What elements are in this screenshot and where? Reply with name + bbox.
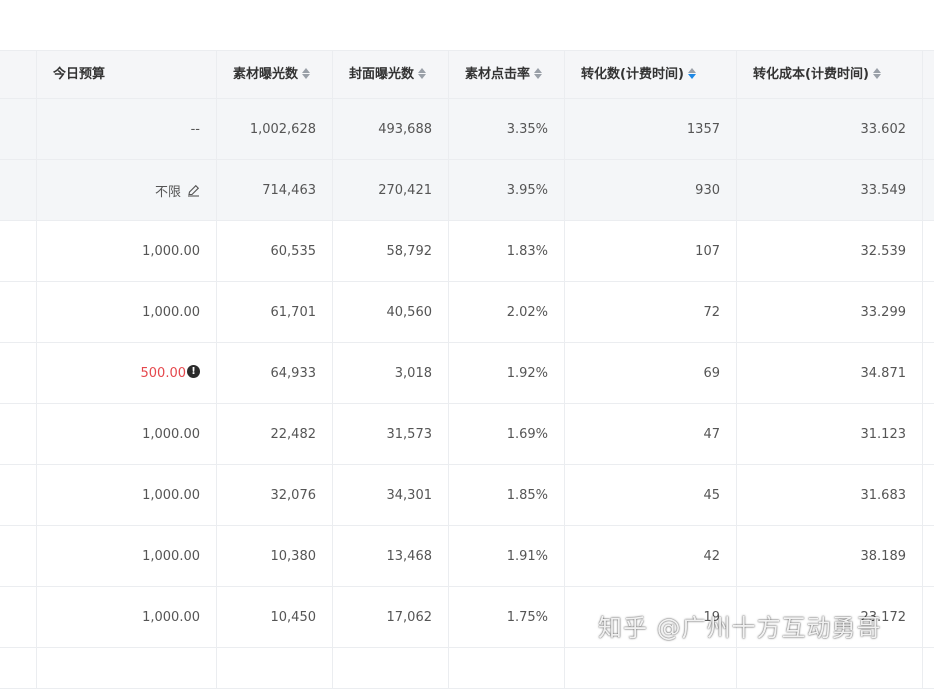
cell-material-impressions: 32,076 — [217, 465, 333, 525]
cell-ctr: 1.75% — [449, 587, 565, 647]
row-select-cell — [0, 221, 37, 281]
cell-conversions: 72 — [565, 282, 737, 342]
column-header-cover-impressions[interactable]: 封面曝光数 — [333, 51, 449, 98]
cell-conversions: 69 — [565, 343, 737, 403]
column-header-cost-per-conversion[interactable]: 转化成本(计费时间) — [737, 51, 923, 98]
table-row: 500.00 ! 64,933 3,018 1.92% 69 34.871 — [0, 343, 934, 404]
sort-both-icon[interactable] — [418, 67, 427, 79]
cell-cover-impressions: 13,468 — [333, 526, 449, 586]
cell-cost-per-conversion: 34.871 — [737, 343, 923, 403]
cell-conversions: 42 — [565, 526, 737, 586]
cell-material-impressions: 61,701 — [217, 282, 333, 342]
budget-warning-value: 500.00 — [140, 365, 187, 381]
sort-both-icon[interactable] — [534, 67, 543, 79]
table-row-partial — [0, 648, 934, 689]
cell-budget[interactable]: 1,000.00 — [37, 404, 217, 464]
cell-cover-impressions: 31,573 — [333, 404, 449, 464]
cell-cover-impressions: 3,018 — [333, 343, 449, 403]
exclamation-circle-icon[interactable]: ! — [187, 364, 200, 378]
row-select-cell — [0, 404, 37, 464]
ad-data-table: 今日预算 素材曝光数 封面曝光数 素材点击率 转化数(计费时间) 转化成本(计费… — [0, 50, 934, 689]
cell-ctr: 3.95% — [449, 160, 565, 220]
cell-ctr: 1.85% — [449, 465, 565, 525]
cell-conversions: 930 — [565, 160, 737, 220]
zhihu-watermark: 知乎 @广州十方互动勇哥 — [598, 614, 882, 642]
column-header-ctr[interactable]: 素材点击率 — [449, 51, 565, 98]
table-row: 1,000.00 32,076 34,301 1.85% 45 31.683 — [0, 465, 934, 526]
cell-conversions: 1357 — [565, 99, 737, 159]
table-row-summary: -- 1,002,628 493,688 3.35% 1357 33.602 — [0, 99, 934, 160]
sort-both-icon[interactable] — [302, 67, 311, 79]
cell-cover-impressions: 17,062 — [333, 587, 449, 647]
cell-ctr: 3.35% — [449, 99, 565, 159]
column-header-material-impressions[interactable]: 素材曝光数 — [217, 51, 333, 98]
extra-column-header — [923, 51, 934, 98]
row-select-cell — [0, 526, 37, 586]
cell-ctr: 1.92% — [449, 343, 565, 403]
table-row: 1,000.00 10,380 13,468 1.91% 42 38.189 — [0, 526, 934, 587]
cell-conversions: 45 — [565, 465, 737, 525]
cell-material-impressions: 1,002,628 — [217, 99, 333, 159]
cell-cover-impressions: 34,301 — [333, 465, 449, 525]
row-select-cell — [0, 465, 37, 525]
row-select-cell — [0, 99, 37, 159]
row-select-cell — [0, 160, 37, 220]
cell-budget[interactable]: 1,000.00 — [37, 465, 217, 525]
cell-material-impressions: 10,450 — [217, 587, 333, 647]
cell-budget[interactable]: 500.00 ! — [37, 343, 217, 403]
cell-conversions: 107 — [565, 221, 737, 281]
cell-cover-impressions: 40,560 — [333, 282, 449, 342]
cell-cover-impressions: 493,688 — [333, 99, 449, 159]
row-select-cell — [0, 587, 37, 647]
table-header: 今日预算 素材曝光数 封面曝光数 素材点击率 转化数(计费时间) 转化成本(计费… — [0, 50, 934, 99]
top-toolbar-area — [0, 0, 934, 50]
column-header-budget: 今日预算 — [37, 51, 217, 98]
cell-budget[interactable]: 1,000.00 — [37, 282, 217, 342]
cell-material-impressions: 714,463 — [217, 160, 333, 220]
cell-cost-per-conversion: 38.189 — [737, 526, 923, 586]
cell-cost-per-conversion: 31.123 — [737, 404, 923, 464]
table-row: 1,000.00 61,701 40,560 2.02% 72 33.299 — [0, 282, 934, 343]
table-row-summary: 不限 714,463 270,421 3.95% 930 33.549 — [0, 160, 934, 221]
row-select-cell — [0, 282, 37, 342]
cell-cost-per-conversion: 31.683 — [737, 465, 923, 525]
table-row: 1,000.00 22,482 31,573 1.69% 47 31.123 — [0, 404, 934, 465]
cell-budget[interactable]: 1,000.00 — [37, 587, 217, 647]
cell-budget[interactable]: 1,000.00 — [37, 526, 217, 586]
cell-budget: -- — [37, 99, 217, 159]
cell-cost-per-conversion: 33.549 — [737, 160, 923, 220]
cell-material-impressions: 60,535 — [217, 221, 333, 281]
cell-ctr: 1.83% — [449, 221, 565, 281]
cell-ctr: 1.91% — [449, 526, 565, 586]
cell-ctr: 2.02% — [449, 282, 565, 342]
cell-cost-per-conversion: 33.602 — [737, 99, 923, 159]
cell-budget[interactable]: 1,000.00 — [37, 221, 217, 281]
cell-budget: 不限 — [37, 160, 217, 220]
cell-cover-impressions: 58,792 — [333, 221, 449, 281]
cell-material-impressions: 64,933 — [217, 343, 333, 403]
sort-descending-active-icon[interactable] — [687, 67, 696, 79]
cell-cost-per-conversion: 32.539 — [737, 221, 923, 281]
edit-pencil-icon[interactable] — [187, 184, 200, 197]
column-header-conversions[interactable]: 转化数(计费时间) — [565, 51, 737, 98]
row-select-cell — [0, 343, 37, 403]
table-row: 1,000.00 60,535 58,792 1.83% 107 32.539 — [0, 221, 934, 282]
cell-material-impressions: 22,482 — [217, 404, 333, 464]
selection-column-header — [0, 51, 37, 98]
cell-material-impressions: 10,380 — [217, 526, 333, 586]
cell-conversions: 47 — [565, 404, 737, 464]
cell-cover-impressions: 270,421 — [333, 160, 449, 220]
cell-cost-per-conversion: 33.299 — [737, 282, 923, 342]
cell-ctr: 1.69% — [449, 404, 565, 464]
sort-both-icon[interactable] — [872, 67, 881, 79]
